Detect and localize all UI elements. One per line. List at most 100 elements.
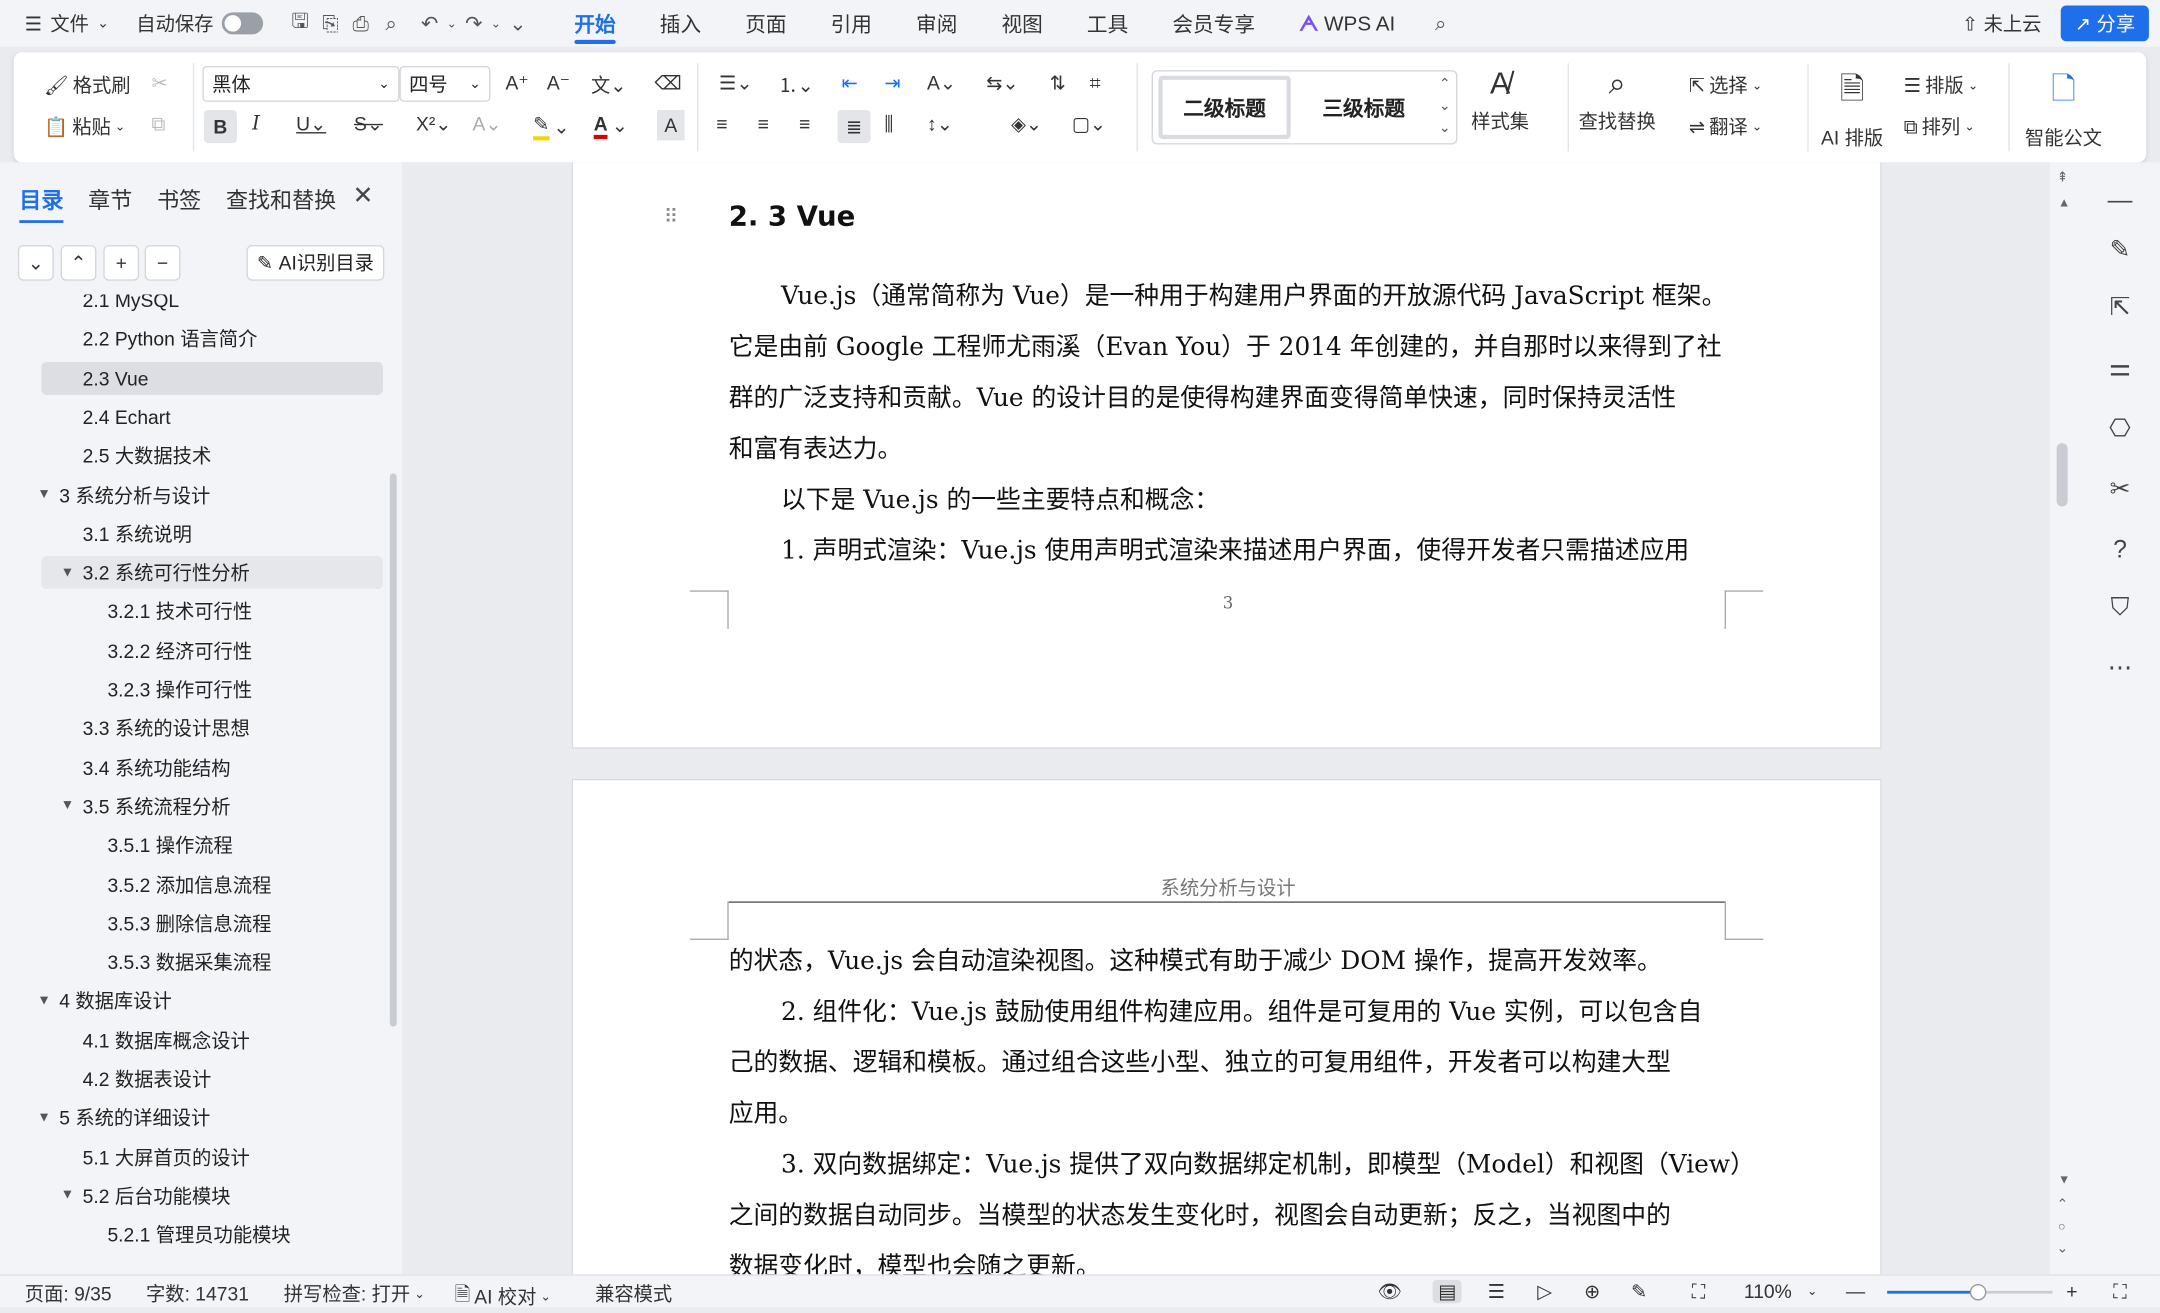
font-color-icon[interactable]: A ⌄ [593, 113, 628, 139]
expand-triangle-icon[interactable]: ▼ [37, 487, 51, 502]
toc-item[interactable]: 2.5 大数据技术 [41, 439, 383, 472]
gallery-scroll-icon[interactable]: ⌃ ⌄ ⌄ [1439, 74, 1451, 140]
tab-review[interactable]: 审阅 [894, 0, 979, 47]
tab-home[interactable]: 开始 [552, 0, 637, 47]
share-button[interactable]: ↗ 分享 [2061, 5, 2149, 42]
undo-icon[interactable]: ↶ [415, 8, 445, 38]
tab-toc[interactable]: 目录 [19, 182, 64, 223]
zoom-select[interactable]: 110% ⌄ [1744, 1280, 1817, 1302]
toc-item[interactable]: 3.5.1 操作流程 [41, 829, 383, 862]
scroll-up-icon[interactable]: ▲ [2058, 195, 2070, 209]
borders-icon[interactable]: ▢⌄ [1072, 113, 1106, 136]
copy-icon[interactable]: ⧉ [152, 113, 166, 136]
font-shrink-icon[interactable]: A⁻ [547, 72, 570, 95]
show-marks-icon[interactable]: ⌗ [1090, 72, 1101, 95]
highlight-icon[interactable]: ✎ ⌄ [533, 113, 570, 141]
tab-view[interactable]: 视图 [979, 0, 1064, 47]
bullet-list-icon[interactable]: ☰⌄ [719, 72, 752, 95]
help-icon[interactable]: ? [2102, 531, 2138, 567]
toc-scrollbar[interactable] [389, 473, 397, 1027]
expand-triangle-icon[interactable]: ▼ [61, 799, 75, 814]
pen-icon[interactable]: ✎ [2102, 231, 2138, 267]
ai-toc-button[interactable]: ✎ AI识别目录 [246, 244, 385, 281]
toc-item[interactable]: 2.2 Python 语言简介 [41, 322, 383, 355]
align-right-icon[interactable]: ≡ [799, 113, 810, 135]
toc-item[interactable]: ▼ 5.2 后台功能模块 [41, 1179, 383, 1212]
spell-check-status[interactable]: 拼写检查: 打开 ⌄ [284, 1280, 425, 1308]
translate-button[interactable]: ⇌ 翻译 ⌄ [1689, 113, 1762, 141]
tab-page[interactable]: 页面 [723, 0, 808, 47]
undo-dropdown-icon[interactable]: ⌄ [445, 8, 459, 38]
toc-item[interactable]: 4.1 数据库概念设计 [41, 1023, 383, 1056]
font-grow-icon[interactable]: A⁺ [506, 72, 529, 95]
toc-item[interactable]: 3.2.1 技术可行性 [41, 595, 383, 628]
format-painter-button[interactable]: 🖌 格式刷 [44, 72, 130, 100]
word-count[interactable]: 字数: 14731 [146, 1280, 249, 1308]
shading-icon[interactable]: ◈⌄ [1011, 113, 1042, 136]
fullscreen-icon[interactable]: ⛶ [2113, 1280, 2127, 1303]
scroll-down-icon[interactable]: ▼ [2058, 1173, 2070, 1187]
shirt-icon[interactable]: ⛉ [2102, 589, 2138, 625]
toc-item[interactable]: 5.2.1 管理员功能模块 [41, 1218, 383, 1251]
italic-icon[interactable]: I [252, 113, 260, 135]
scroll-thumb[interactable] [2056, 443, 2068, 507]
numbered-list-icon[interactable]: ⒈⌄ [778, 72, 813, 100]
next-page-icon[interactable]: ⌄ [2057, 1241, 2069, 1256]
more-icon[interactable]: ⋯ [2102, 650, 2138, 686]
toc-item[interactable]: 3.2.3 操作可行性 [41, 673, 383, 706]
toc-item[interactable]: 4.2 数据表设计 [41, 1062, 383, 1095]
toc-item[interactable]: 3.4 系统功能结构 [41, 751, 383, 784]
text-direction-icon[interactable]: A⌄ [927, 72, 956, 95]
remove-heading-icon[interactable]: − [144, 244, 181, 281]
superscript-icon[interactable]: X²⌄ [416, 113, 451, 136]
toc-item[interactable]: 3.5.3 数据采集流程 [41, 946, 383, 979]
pointer-icon[interactable]: ⇱ [2102, 289, 2138, 325]
ai-layout-button[interactable]: 🗎 AI 排版 [1821, 66, 1883, 151]
sort-icon[interactable]: ⇅ [1050, 72, 1066, 95]
collapse-icon[interactable]: — [2102, 182, 2138, 218]
justify-icon[interactable]: ≣ [837, 110, 871, 144]
toc-item[interactable]: 3.3 系统的设计思想 [41, 712, 383, 745]
align-left-icon[interactable]: ≡ [716, 113, 727, 135]
eye-icon[interactable]: 👁 [1378, 1280, 1402, 1303]
play-icon[interactable]: ▷ [1537, 1280, 1552, 1303]
decrease-indent-icon[interactable]: ⇤ [842, 72, 858, 95]
cloud-status[interactable]: ⇧ 未上云 [1962, 6, 2042, 42]
zoom-slider[interactable] [1887, 1283, 2053, 1301]
zoom-out-icon[interactable]: — [1846, 1280, 1865, 1302]
toc-item[interactable]: 2.4 Echart [41, 400, 383, 433]
page-indicator[interactable]: 页面: 9/35 [25, 1280, 112, 1308]
font-name-select[interactable]: 黑体 ⌄ [202, 66, 400, 102]
tab-member[interactable]: 会员专享 [1150, 0, 1277, 47]
tab-bookmarks[interactable]: 书签 [157, 182, 201, 215]
toc-item[interactable]: 2.3 Vue [41, 361, 383, 395]
expand-triangle-icon[interactable]: ▼ [37, 1110, 51, 1125]
zoom-in-icon[interactable]: + [2066, 1280, 2077, 1302]
strikethrough-icon[interactable]: S⌄ [354, 113, 383, 136]
arrange-button[interactable]: ⧉ 排列 ⌄ [1904, 113, 1975, 141]
toc-item[interactable]: ▼ 4 数据库设计 [37, 985, 383, 1018]
toc-item[interactable]: ▼ 3 系统分析与设计 [37, 478, 383, 511]
vertical-scrollbar[interactable]: ⇞ ▲ ▼ ⌃ ○ ⌄ [2049, 162, 2078, 1275]
scroll-top-icon[interactable]: ⇞ [2057, 171, 2069, 186]
bold-icon[interactable]: B [203, 110, 237, 144]
phonetic-guide-icon[interactable]: 文⌄ [591, 72, 626, 100]
page-view-icon[interactable]: ▤ [1432, 1279, 1462, 1304]
align-center-icon[interactable]: ≡ [758, 113, 769, 135]
collapse-up-icon[interactable]: ⌃ [60, 244, 97, 281]
search-icon[interactable]: ⌕ [1426, 8, 1456, 38]
web-view-icon[interactable]: ⊕ [1584, 1280, 1600, 1303]
tab-insert[interactable]: 插入 [638, 0, 723, 47]
line-break-icon[interactable]: ⇆⌄ [986, 72, 1018, 95]
close-icon[interactable]: ✕ [353, 182, 374, 211]
cut-icon[interactable]: ✂ [152, 72, 168, 95]
toc-item[interactable]: 3.2.2 经济可行性 [41, 634, 383, 667]
underline-icon[interactable]: U⌄ [296, 113, 326, 136]
paste-button[interactable]: 📋 粘贴 ⌄ [44, 113, 125, 141]
tab-tools[interactable]: 工具 [1065, 0, 1150, 47]
add-heading-icon[interactable]: + [103, 244, 140, 281]
file-menu[interactable]: ☰ 文件 ⌄ [0, 0, 117, 47]
toc-item[interactable]: ▼ 5 系统的详细设计 [37, 1101, 383, 1134]
style-heading-3[interactable]: 三级标题 [1302, 76, 1426, 139]
toc-item[interactable]: 3.5.3 删除信息流程 [41, 907, 383, 940]
